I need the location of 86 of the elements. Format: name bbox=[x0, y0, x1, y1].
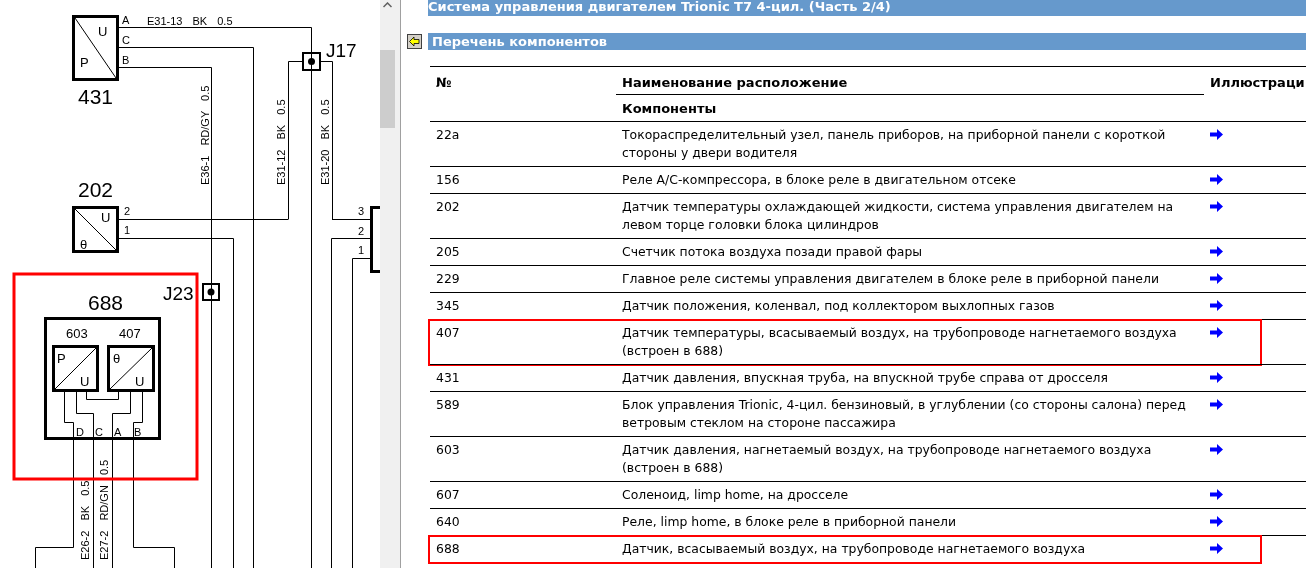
component-number: 202 bbox=[78, 178, 114, 201]
wire-label: E36-1 RD/GY 0.5 bbox=[199, 85, 211, 185]
arrow-right-icon[interactable] bbox=[1210, 201, 1223, 212]
arrow-right-icon[interactable] bbox=[1210, 372, 1223, 383]
table-cell: 229 bbox=[436, 271, 460, 286]
component-number: 431 bbox=[78, 85, 114, 108]
pin-label: A bbox=[114, 426, 122, 438]
symbol-letter: P bbox=[80, 55, 89, 70]
arrow-right-icon[interactable] bbox=[1210, 327, 1223, 338]
arrow-right-icon[interactable] bbox=[1210, 543, 1223, 554]
symbol-letter: θ bbox=[113, 351, 121, 366]
pin-label: A bbox=[122, 14, 130, 26]
symbol-letter: U bbox=[101, 210, 111, 225]
table-cell: Реле A/C-компрессора, в блоке реле в двигательном отсеке bbox=[622, 172, 1016, 187]
scroll-up-icon[interactable] bbox=[383, 2, 392, 8]
section-header: Перечень компонентов bbox=[428, 33, 1306, 50]
wire-label: E31-20 BK 0.5 bbox=[319, 99, 331, 185]
table-cell: Соленоид, limp home, на дросселе bbox=[622, 487, 849, 502]
page-title: Система управления двигателем Trionic T7 4-цил. (Часть 2/4) bbox=[428, 0, 1306, 16]
table-cell: 688 bbox=[436, 541, 460, 556]
group-heading: Компоненты bbox=[622, 101, 717, 116]
junction-symbol bbox=[202, 283, 220, 301]
wire-label: E26-2 BK 0.5 bbox=[79, 480, 91, 560]
table-cell: 345 bbox=[436, 298, 460, 313]
table-cell: 431 bbox=[436, 370, 460, 385]
arrow-right-icon[interactable] bbox=[1210, 399, 1223, 410]
symbol-letter: θ bbox=[80, 237, 88, 252]
pin-label: 3 bbox=[358, 205, 365, 217]
component-number: 603 bbox=[66, 326, 88, 341]
connector-symbol bbox=[370, 206, 380, 273]
pin-label: C bbox=[95, 426, 103, 438]
scrollbar-thumb[interactable] bbox=[380, 50, 395, 128]
table-cell: 205 bbox=[436, 244, 460, 259]
junction-label: J23 bbox=[163, 283, 194, 304]
sensor-symbol bbox=[107, 345, 155, 392]
junction-label: J17 bbox=[326, 40, 357, 61]
pin-label: B bbox=[122, 54, 130, 66]
wire-label: E31-13 BK 0.5 bbox=[147, 15, 233, 27]
pin-label: 2 bbox=[358, 225, 365, 237]
arrow-right-icon[interactable] bbox=[1210, 273, 1223, 284]
pin-label: 1 bbox=[358, 244, 365, 256]
table-cell: Датчик давления, впускная труба, на впускной трубе справа от дросселя bbox=[622, 370, 1108, 385]
table-cell: Датчик, всасываемый воздух, на трубопроводе нагнетаемого воздуха bbox=[622, 541, 1086, 556]
table-cell: Датчик положения, коленвал, под коллектором выхлопных газов bbox=[622, 298, 1055, 313]
sensor-symbol bbox=[52, 345, 99, 392]
arrow-right-icon[interactable] bbox=[1210, 174, 1223, 185]
table-cell: Главное реле системы управления двигателем в блоке реле в приборной панели bbox=[622, 271, 1159, 286]
table-cell: 22a bbox=[436, 127, 460, 142]
pin-label: B bbox=[134, 426, 142, 438]
arrow-right-icon[interactable] bbox=[1210, 444, 1223, 455]
component-number: 407 bbox=[119, 326, 141, 341]
table-cell: Датчик давления, нагнетаемый воздух, на трубопроводе нагнетаемого воздуха (встроен в 688) bbox=[622, 442, 1152, 475]
pin-label: 2 bbox=[124, 205, 131, 217]
symbol-letter: U bbox=[80, 374, 90, 389]
pin-label: 1 bbox=[124, 224, 131, 236]
column-header: Наименование расположение bbox=[622, 75, 848, 90]
arrow-right-icon[interactable] bbox=[1210, 516, 1223, 527]
table-cell: Датчик температуры охлаждающей жидкости, система управления двигателем на левом торце головки блока цилиндров bbox=[622, 199, 1174, 232]
arrow-right-icon[interactable] bbox=[1210, 129, 1223, 140]
symbol-letter: U bbox=[98, 24, 108, 39]
wire-label: E27-2 RD/GN 0.5 bbox=[98, 459, 110, 560]
arrow-right-icon[interactable] bbox=[1210, 489, 1223, 500]
table-cell: 589 bbox=[436, 397, 460, 412]
symbol-letter: U bbox=[135, 374, 145, 389]
arrow-right-icon[interactable] bbox=[1210, 300, 1223, 311]
table-cell: 202 bbox=[436, 199, 460, 214]
table-cell: Блок управления Trionic, 4-цил. бензиновый, в углублении (со стороны салона) перед ветровым стеклом на стороне пассажира bbox=[622, 397, 1186, 430]
back-arrow-icon[interactable] bbox=[407, 34, 422, 49]
table-cell: Токораспределительный узел, панель приборов, на приборной панели с короткой стороны у двери водителя bbox=[622, 127, 1166, 160]
column-header: № bbox=[436, 75, 452, 90]
pin-label: C bbox=[122, 34, 130, 46]
column-header: Иллюстраци bbox=[1210, 75, 1305, 90]
table-cell: 603 bbox=[436, 442, 460, 457]
table-cell: 607 bbox=[436, 487, 460, 502]
junction-symbol bbox=[302, 52, 321, 71]
component-number: 688 bbox=[88, 291, 124, 314]
arrow-right-icon[interactable] bbox=[1210, 246, 1223, 257]
table-cell: Счетчик потока воздуха позади правой фары bbox=[622, 244, 923, 259]
table-cell: Реле, limp home, в блоке реле в приборной панели bbox=[622, 514, 957, 529]
wire-label: E31-12 BK 0.5 bbox=[275, 99, 287, 185]
table-cell: 640 bbox=[436, 514, 460, 529]
symbol-letter: P bbox=[57, 351, 66, 366]
table-cell: Датчик температуры, всасываемый воздух, на трубопроводе нагнетаемого воздуха (встроен в 688) bbox=[622, 325, 1177, 358]
pin-label: D bbox=[76, 426, 84, 438]
table-cell: 156 bbox=[436, 172, 460, 187]
table-cell: 407 bbox=[436, 325, 460, 340]
